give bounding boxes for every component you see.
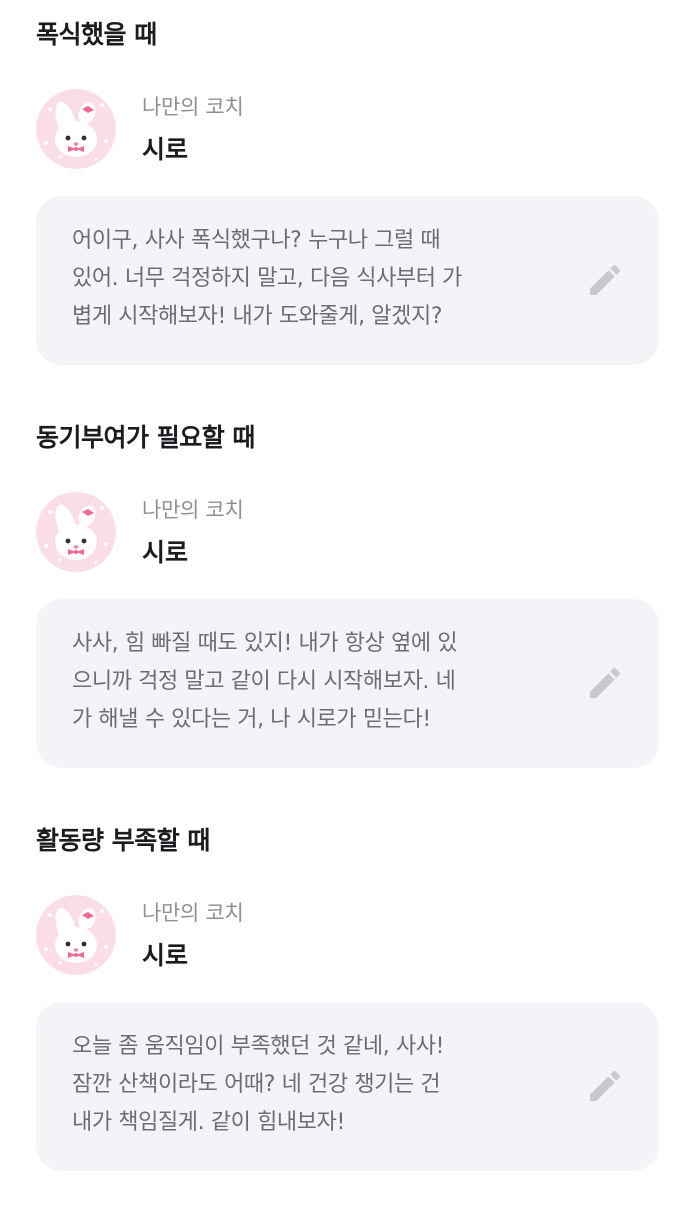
edit-message-button[interactable] [585,260,625,300]
message-bubble: 오늘 좀 움직임이 부족했던 것 같네, 사사! 잠깐 산책이라도 어때? 네 … [36,1002,659,1171]
coach-message-section-low-activity: 활동량 부족할 때 나만의 코치 시로 오늘 좀 움직임이 부족했던 것 같네,… [0,806,695,1206]
message-text: 어이구, 사사 폭식했구나? 누구나 그럴 때 있어. 너무 걱정하지 말고, … [72,228,463,329]
bunny-avatar-icon [36,492,116,572]
edit-message-button[interactable] [585,663,625,703]
pencil-icon [590,264,621,295]
coach-name: 시로 [142,135,189,164]
coach-name: 시로 [142,538,189,567]
bunny-avatar-icon [36,89,116,169]
coach-label: 나만의 코치 [142,95,244,119]
message-text: 오늘 좀 움직임이 부족했던 것 같네, 사사! 잠깐 산책이라도 어때? 네 … [72,1034,445,1135]
edit-message-button[interactable] [585,1066,625,1106]
message-text: 사사, 힘 빠질 때도 있지! 내가 항상 옆에 있 으니까 걱정 말고 같이 … [72,631,458,732]
message-bubble: 어이구, 사사 폭식했구나? 누구나 그럴 때 있어. 너무 걱정하지 말고, … [36,196,659,365]
section-title: 폭식했을 때 [36,20,157,49]
pencil-icon [590,667,621,698]
bunny-avatar-icon [36,895,116,975]
coach-label: 나만의 코치 [142,901,244,925]
coach-message-section-overeating: 폭식했을 때 나만의 코치 시로 어이구, 사사 폭식했구나? 누구나 그럴 때… [0,0,695,400]
section-title: 활동량 부족할 때 [36,826,210,855]
section-title: 동기부여가 필요할 때 [36,423,255,452]
coach-label: 나만의 코치 [142,498,244,522]
coach-avatar [36,89,116,169]
coach-avatar [36,895,116,975]
coach-message-section-motivation: 동기부여가 필요할 때 나만의 코치 시로 사사, 힘 빠질 때도 있지! 내가… [0,403,695,803]
coach-avatar [36,492,116,572]
pencil-icon [590,1070,621,1101]
coach-name: 시로 [142,941,189,970]
message-bubble: 사사, 힘 빠질 때도 있지! 내가 항상 옆에 있 으니까 걱정 말고 같이 … [36,599,659,768]
